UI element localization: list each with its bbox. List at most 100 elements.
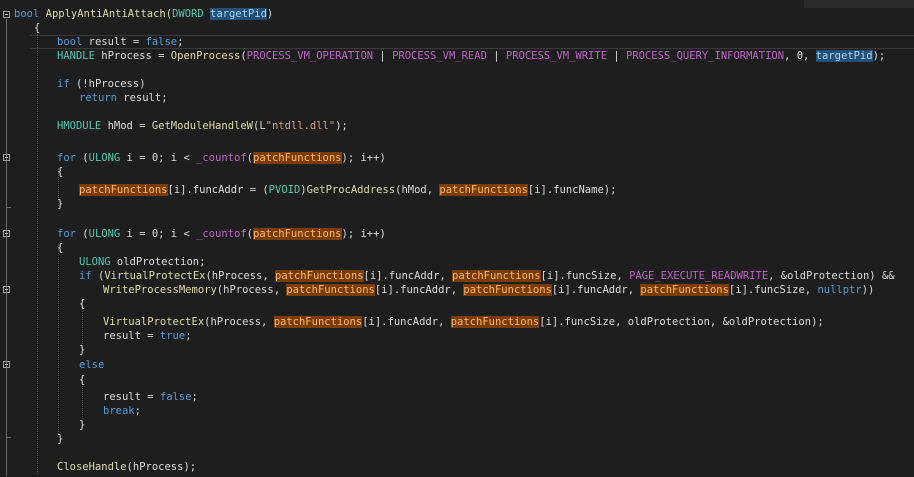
brace: { xyxy=(79,374,86,386)
code-line[interactable]: } xyxy=(79,343,85,357)
code-text: (hProcess); xyxy=(126,461,197,473)
code-text: (hProcess, xyxy=(204,316,274,328)
indent-guide xyxy=(58,244,59,434)
highlighted-symbol[interactable]: targetPid xyxy=(815,50,873,62)
highlighted-symbol[interactable]: patchFunctions xyxy=(439,184,528,196)
brace: } xyxy=(57,198,64,210)
function-name: ApplyAntiAntiAttach( xyxy=(39,8,173,20)
highlighted-symbol[interactable]: patchFunctions xyxy=(275,270,364,282)
code-text: ); i++) xyxy=(341,152,386,164)
code-line[interactable]: HMODULE hMod = GetModuleHandleW(L"ntdll.… xyxy=(57,119,348,133)
code-text: hProcess = xyxy=(94,50,171,62)
code-line[interactable]: break; xyxy=(103,404,141,418)
code-text: [i].funcAddr = ( xyxy=(167,184,269,196)
highlighted-symbol[interactable]: patchFunctions xyxy=(450,316,540,328)
punctuation: ); xyxy=(872,50,886,62)
macro: _countof xyxy=(196,228,247,240)
code-line[interactable]: } xyxy=(57,197,63,211)
code-line[interactable]: if (VirtualProtectEx(hProcess, patchFunc… xyxy=(79,269,895,283)
highlighted-symbol[interactable]: patchFunctions xyxy=(273,316,363,328)
punctuation: ( xyxy=(75,152,89,164)
code-line[interactable]: VirtualProtectEx(hProcess, patchFunction… xyxy=(103,315,824,329)
type-name: ULONG xyxy=(88,228,121,240)
code-line[interactable]: HANDLE hProcess = OpenProcess(PROCESS_VM… xyxy=(57,49,885,63)
type-name: ULONG xyxy=(88,152,121,164)
code-line[interactable]: bool ApplyAntiAntiAttach(DWORD targetPid… xyxy=(14,7,273,21)
function-name: VirtualProtectEx xyxy=(103,316,205,328)
collapse-if-block-icon[interactable] xyxy=(3,286,10,293)
code-line[interactable]: else xyxy=(79,358,104,372)
highlighted-symbol[interactable]: patchFunctions xyxy=(286,284,375,296)
code-text: result = xyxy=(103,330,160,342)
punctuation: ; xyxy=(177,36,184,48)
keyword: for xyxy=(57,152,76,164)
macro: PAGE_EXECUTE_READWRITE xyxy=(629,270,769,282)
highlighted-symbol[interactable]: patchFunctions xyxy=(253,228,342,240)
code-text: [i].funcSize, oldProtection, &oldProtect… xyxy=(539,316,824,328)
operator: | xyxy=(486,50,506,62)
string-literal: "ntdll.dll" xyxy=(265,120,336,132)
code-line[interactable]: CloseHandle(hProcess); xyxy=(57,460,196,474)
code-line[interactable]: { xyxy=(79,373,85,387)
code-line[interactable]: } xyxy=(57,432,63,446)
macro: PROCESS_VM_WRITE xyxy=(505,50,608,62)
operator: | xyxy=(607,50,626,62)
fold-end-for-1 xyxy=(6,207,11,208)
highlighted-symbol[interactable]: patchFunctions xyxy=(463,284,552,296)
collapse-function-icon[interactable] xyxy=(3,11,10,18)
punctuation: ; xyxy=(185,330,192,342)
collapse-for-loop-icon[interactable] xyxy=(3,230,10,237)
keyword: false xyxy=(145,36,178,48)
collapse-else-block-icon[interactable] xyxy=(3,361,10,368)
code-line[interactable]: bool result = false; xyxy=(57,35,183,49)
code-text: (hProcess, xyxy=(216,284,287,296)
code-line[interactable]: WriteProcessMemory(hProcess, patchFuncti… xyxy=(103,283,874,297)
code-line[interactable]: return result; xyxy=(79,91,168,105)
code-line[interactable]: { xyxy=(79,297,85,311)
type-name: HANDLE xyxy=(57,50,95,62)
fold-end-for-2 xyxy=(6,437,11,438)
code-line[interactable]: ULONG oldProtection; xyxy=(79,255,205,269)
brace: } xyxy=(79,344,86,356)
type-name: HMODULE xyxy=(57,120,102,132)
brace: { xyxy=(79,298,86,310)
collapse-for-loop-icon[interactable] xyxy=(3,154,10,161)
indent-guide xyxy=(37,34,38,474)
keyword: for xyxy=(57,228,76,240)
code-text: hMod = xyxy=(101,120,152,132)
fold-line-for-1 xyxy=(6,162,7,207)
brace: } xyxy=(57,433,64,445)
code-line[interactable]: patchFunctions[i].funcAddr = (PVOID)GetP… xyxy=(79,183,616,197)
function-name: VirtualProtectEx xyxy=(104,270,206,282)
code-line[interactable]: for (ULONG i = 0; i < _countof(patchFunc… xyxy=(57,227,386,241)
highlighted-symbol[interactable]: patchFunctions xyxy=(253,152,342,164)
highlighted-symbol[interactable]: targetPid xyxy=(210,8,267,20)
keyword: bool xyxy=(57,36,83,48)
highlighted-symbol[interactable]: patchFunctions xyxy=(640,284,729,296)
brace: } xyxy=(79,419,86,431)
code-line[interactable]: result = false; xyxy=(103,390,198,404)
code-line[interactable]: { xyxy=(57,165,63,179)
code-editor[interactable]: bool ApplyAntiAntiAttach(DWORD targetPid… xyxy=(0,0,914,477)
operator: | xyxy=(373,50,393,62)
code-line[interactable]: } xyxy=(79,418,85,432)
highlighted-symbol[interactable]: patchFunctions xyxy=(452,270,541,282)
keyword: nullptr xyxy=(817,284,862,296)
highlighted-symbol[interactable]: patchFunctions xyxy=(79,184,168,196)
code-text: [i].funcAddr, xyxy=(362,316,451,328)
keyword: false xyxy=(159,391,192,403)
brace: { xyxy=(57,166,64,178)
code-line[interactable]: { xyxy=(57,241,63,255)
code-text: ); i++) xyxy=(341,228,386,240)
code-line[interactable]: result = true; xyxy=(103,329,192,343)
brace: { xyxy=(34,22,41,34)
code-line[interactable]: { xyxy=(34,21,40,35)
keyword: if xyxy=(57,78,70,90)
code-text: (hProcess, xyxy=(205,270,276,282)
code-text: [i].funcAddr, xyxy=(374,284,464,296)
punctuation: )) xyxy=(861,284,875,296)
macro: PROCESS_VM_READ xyxy=(392,50,487,62)
code-line[interactable]: for (ULONG i = 0; i < _countof(patchFunc… xyxy=(57,151,386,165)
code-line[interactable]: if (!hProcess) xyxy=(57,77,146,91)
punctuation: ); xyxy=(335,120,348,132)
